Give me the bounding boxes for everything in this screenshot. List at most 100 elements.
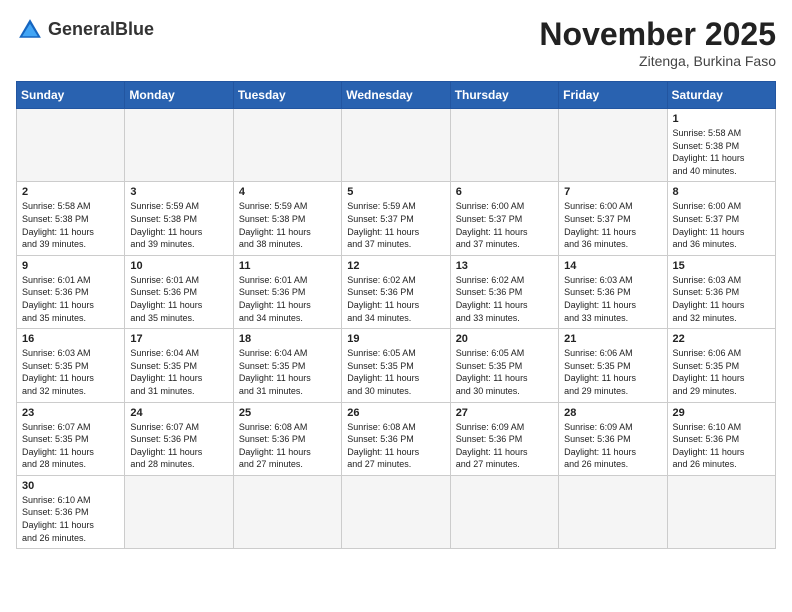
calendar-day-cell: 8Sunrise: 6:00 AM Sunset: 5:37 PM Daylig…: [667, 182, 775, 255]
calendar-day-cell: 26 Sunrise: 6:08 AM Sunset: 5:36 PM Dayli…: [342, 402, 450, 475]
day-info: Sunrise: 6:00 AM Sunset: 5:37 PM Dayligh…: [673, 200, 770, 250]
day-info: Sunrise: 6:08 AM Sunset: 5:36 PM Dayligh…: [347, 421, 444, 471]
day-number: 24: [130, 407, 227, 419]
day-info: Sunrise: 6:09 AM Sunset: 5:36 PM Dayligh…: [456, 421, 553, 471]
day-number: 5: [347, 186, 444, 198]
day-of-week-header: Thursday: [450, 82, 558, 109]
day-of-week-header: Sunday: [17, 82, 125, 109]
calendar-day-cell: 2 Sunrise: 5:58 AM Sunset: 5:38 PM Daylig…: [17, 182, 125, 255]
day-of-week-header: Monday: [125, 82, 233, 109]
calendar-day-cell: 3 Sunrise: 5:59 AM Sunset: 5:38 PM Daylig…: [125, 182, 233, 255]
day-number: 3: [130, 186, 227, 198]
day-info: Sunrise: 5:58 AM Sunset: 5:38 PM Dayligh…: [22, 200, 119, 250]
calendar-day-cell: 16 Sunrise: 6:03 AM Sunset: 5:35 PM Dayli…: [17, 329, 125, 402]
title-block: November 2025 Zitenga, Burkina Faso: [539, 16, 776, 69]
calendar-day-cell: [559, 109, 667, 182]
calendar-day-cell: 25 Sunrise: 6:08 AM Sunset: 5:36 PM Dayli…: [233, 402, 341, 475]
day-number: 12: [347, 260, 444, 272]
day-info: Sunrise: 6:06 AM Sunset: 5:35 PM Dayligh…: [564, 347, 661, 397]
calendar-day-cell: 10 Sunrise: 6:01 AM Sunset: 5:36 PM Dayli…: [125, 255, 233, 328]
day-info: Sunrise: 6:01 AM Sunset: 5:36 PM Dayligh…: [130, 274, 227, 324]
calendar-day-cell: [342, 109, 450, 182]
day-info: Sunrise: 6:08 AM Sunset: 5:36 PM Dayligh…: [239, 421, 336, 471]
calendar-day-cell: 23 Sunrise: 6:07 AM Sunset: 5:35 PM Dayli…: [17, 402, 125, 475]
day-info: Sunrise: 6:02 AM Sunset: 5:36 PM Dayligh…: [347, 274, 444, 324]
day-number: 7: [564, 186, 661, 198]
day-info: Sunrise: 5:59 AM Sunset: 5:38 PM Dayligh…: [239, 200, 336, 250]
day-of-week-header: Friday: [559, 82, 667, 109]
calendar-day-cell: 27 Sunrise: 6:09 AM Sunset: 5:36 PM Dayli…: [450, 402, 558, 475]
day-number: 6: [456, 186, 553, 198]
day-number: 29: [673, 407, 770, 419]
day-number: 17: [130, 333, 227, 345]
calendar-day-cell: 30 Sunrise: 6:10 AM Sunset: 5:36 PM Dayli…: [17, 475, 125, 548]
logo-text: GeneralBlue: [48, 20, 154, 40]
day-number: 13: [456, 260, 553, 272]
calendar-week-row: 30 Sunrise: 6:10 AM Sunset: 5:36 PM Dayli…: [17, 475, 776, 548]
calendar-day-cell: 14 Sunrise: 6:03 AM Sunset: 5:36 PM Dayli…: [559, 255, 667, 328]
day-number: 20: [456, 333, 553, 345]
day-info: Sunrise: 5:59 AM Sunset: 5:37 PM Dayligh…: [347, 200, 444, 250]
day-number: 16: [22, 333, 119, 345]
calendar-day-cell: 5 Sunrise: 5:59 AM Sunset: 5:37 PM Daylig…: [342, 182, 450, 255]
calendar-day-cell: [450, 475, 558, 548]
calendar-day-cell: 13Sunrise: 6:02 AM Sunset: 5:36 PM Dayli…: [450, 255, 558, 328]
day-info: Sunrise: 5:59 AM Sunset: 5:38 PM Dayligh…: [130, 200, 227, 250]
calendar-day-cell: [17, 109, 125, 182]
calendar-day-cell: [450, 109, 558, 182]
day-number: 25: [239, 407, 336, 419]
calendar-day-cell: [667, 475, 775, 548]
day-number: 30: [22, 480, 119, 492]
day-info: Sunrise: 6:07 AM Sunset: 5:36 PM Dayligh…: [130, 421, 227, 471]
calendar-day-cell: [125, 475, 233, 548]
day-number: 23: [22, 407, 119, 419]
location-title: Zitenga, Burkina Faso: [539, 53, 776, 69]
day-info: Sunrise: 6:00 AM Sunset: 5:37 PM Dayligh…: [456, 200, 553, 250]
day-info: Sunrise: 6:04 AM Sunset: 5:35 PM Dayligh…: [130, 347, 227, 397]
day-info: Sunrise: 6:03 AM Sunset: 5:36 PM Dayligh…: [564, 274, 661, 324]
day-info: Sunrise: 6:01 AM Sunset: 5:36 PM Dayligh…: [239, 274, 336, 324]
calendar-week-row: 1Sunrise: 5:58 AM Sunset: 5:38 PM Daylig…: [17, 109, 776, 182]
day-info: Sunrise: 6:03 AM Sunset: 5:36 PM Dayligh…: [673, 274, 770, 324]
calendar-day-cell: 11 Sunrise: 6:01 AM Sunset: 5:36 PM Dayli…: [233, 255, 341, 328]
day-info: Sunrise: 6:06 AM Sunset: 5:35 PM Dayligh…: [673, 347, 770, 397]
day-info: Sunrise: 6:10 AM Sunset: 5:36 PM Dayligh…: [673, 421, 770, 471]
day-of-week-header: Saturday: [667, 82, 775, 109]
day-info: Sunrise: 6:10 AM Sunset: 5:36 PM Dayligh…: [22, 494, 119, 544]
calendar-day-cell: 12 Sunrise: 6:02 AM Sunset: 5:36 PM Dayli…: [342, 255, 450, 328]
day-number: 14: [564, 260, 661, 272]
calendar-week-row: 23 Sunrise: 6:07 AM Sunset: 5:35 PM Dayli…: [17, 402, 776, 475]
calendar-header: SundayMondayTuesdayWednesdayThursdayFrid…: [17, 82, 776, 109]
calendar-day-cell: 18 Sunrise: 6:04 AM Sunset: 5:35 PM Dayli…: [233, 329, 341, 402]
calendar-day-cell: 9Sunrise: 6:01 AM Sunset: 5:36 PM Daylig…: [17, 255, 125, 328]
calendar-day-cell: 17 Sunrise: 6:04 AM Sunset: 5:35 PM Dayli…: [125, 329, 233, 402]
day-number: 11: [239, 260, 336, 272]
day-number: 27: [456, 407, 553, 419]
calendar-table: SundayMondayTuesdayWednesdayThursdayFrid…: [16, 81, 776, 549]
calendar-body: 1 Sunrise: 5:58 AM Sunset: 5:38 PM Daylig…: [17, 109, 776, 549]
day-info: Sunrise: 6:07 AM Sunset: 5:35 PM Dayligh…: [22, 421, 119, 471]
days-of-week-row: SundayMondayTuesdayWednesdayThursdayFrid…: [17, 82, 776, 109]
day-number: 28: [564, 407, 661, 419]
calendar-day-cell: 24 Sunrise: 6:07 AM Sunset: 5:36 PM Dayli…: [125, 402, 233, 475]
calendar-day-cell: 1Sunrise: 5:58 AM Sunset: 5:38 PM Daylig…: [667, 109, 775, 182]
day-number: 22: [673, 333, 770, 345]
day-number: 2: [22, 186, 119, 198]
day-of-week-header: Wednesday: [342, 82, 450, 109]
calendar-day-cell: 21 Sunrise: 6:06 AM Sunset: 5:35 PM Dayli…: [559, 329, 667, 402]
day-number: 1: [673, 113, 770, 125]
day-number: 15: [673, 260, 770, 272]
day-number: 10: [130, 260, 227, 272]
calendar-day-cell: [125, 109, 233, 182]
calendar-day-cell: [233, 475, 341, 548]
day-info: Sunrise: 6:04 AM Sunset: 5:35 PM Dayligh…: [239, 347, 336, 397]
day-number: 18: [239, 333, 336, 345]
day-info: Sunrise: 6:03 AM Sunset: 5:35 PM Dayligh…: [22, 347, 119, 397]
day-number: 19: [347, 333, 444, 345]
calendar-day-cell: 22 Sunrise: 6:06 AM Sunset: 5:35 PM Dayli…: [667, 329, 775, 402]
day-number: 26: [347, 407, 444, 419]
day-number: 21: [564, 333, 661, 345]
logo: GeneralBlue: [16, 16, 154, 44]
calendar-day-cell: [342, 475, 450, 548]
day-info: Sunrise: 6:09 AM Sunset: 5:36 PM Dayligh…: [564, 421, 661, 471]
